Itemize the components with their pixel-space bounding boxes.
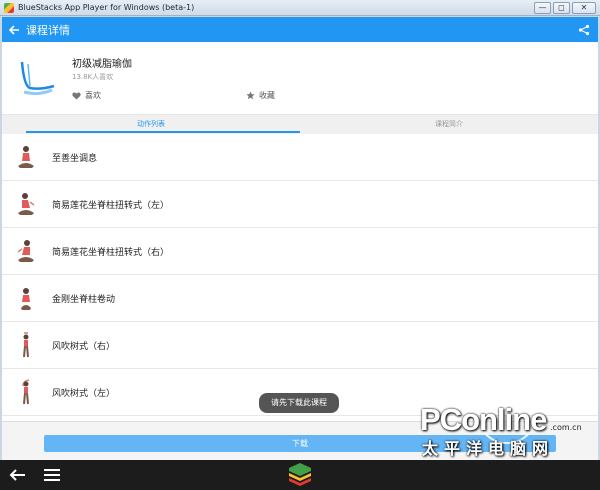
course-thumbnail xyxy=(16,56,58,98)
standing-tree-pose-icon xyxy=(23,332,29,358)
list-item[interactable]: 风吹树式（右） xyxy=(2,322,598,369)
close-button[interactable]: ✕ xyxy=(572,2,596,14)
app-bar: 课程详情 xyxy=(2,17,598,42)
pose-label: 金刚坐脊柱卷动 xyxy=(52,294,116,305)
tab-course-intro[interactable]: 课程简介 xyxy=(300,115,598,134)
course-header: 初级减脂瑜伽 13.8K人喜欢 喜欢 收藏 xyxy=(2,42,598,114)
page-title: 课程详情 xyxy=(26,23,70,37)
seated-twist-pose-icon xyxy=(18,193,35,215)
standing-tree-pose-icon xyxy=(22,379,30,405)
list-item[interactable]: 简易莲花坐脊柱扭转式（右） xyxy=(2,228,598,275)
toast-message: 请先下载此课程 xyxy=(259,393,339,413)
favorite-button[interactable]: 收藏 xyxy=(246,90,275,101)
pose-label: 简易莲花坐脊柱扭转式（右） xyxy=(52,247,170,258)
window-title: BlueStacks App Player for Windows (beta-… xyxy=(18,3,195,12)
kneeling-pose-icon xyxy=(21,288,31,310)
course-name: 初级减脂瑜伽 xyxy=(72,59,132,70)
back-button[interactable] xyxy=(2,17,26,42)
course-like-count: 13.8K人喜欢 xyxy=(72,73,114,81)
star-icon xyxy=(246,91,255,100)
arrow-left-icon xyxy=(8,24,19,35)
watermark-brand: PConline xyxy=(420,402,547,437)
like-button[interactable]: 喜欢 xyxy=(72,90,101,101)
pose-label: 风吹树式（左） xyxy=(52,388,116,399)
android-nav-bar xyxy=(0,460,600,490)
list-item[interactable]: 简易莲花坐脊柱扭转式（左） xyxy=(2,181,598,228)
like-label: 喜欢 xyxy=(85,91,101,100)
nav-back-icon[interactable] xyxy=(8,467,26,483)
tab-bar: 动作列表 课程简介 xyxy=(2,114,598,134)
maximize-button[interactable]: ◻ xyxy=(553,2,570,14)
tab-indicator xyxy=(26,131,300,133)
menu-icon[interactable] xyxy=(44,468,60,482)
pose-label: 至善坐调息 xyxy=(52,153,98,164)
share-icon[interactable] xyxy=(578,24,590,36)
window-controls: — ◻ ✕ xyxy=(534,2,596,14)
pose-label: 简易莲花坐脊柱扭转式（左） xyxy=(52,200,170,211)
pose-label: 风吹树式（右） xyxy=(52,341,116,352)
minimize-button[interactable]: — xyxy=(534,2,551,14)
list-item[interactable]: 至善坐调息 xyxy=(2,134,598,181)
window-titlebar: BlueStacks App Player for Windows (beta-… xyxy=(0,0,600,16)
pconline-watermark: PConline .com.cn 太平洋电脑网 xyxy=(418,380,600,460)
seated-pose-icon xyxy=(18,146,34,168)
list-item[interactable]: 金刚坐脊柱卷动 xyxy=(2,275,598,322)
seated-twist-pose-icon xyxy=(17,240,34,262)
bluestacks-logo-icon[interactable] xyxy=(286,462,314,488)
favorite-label: 收藏 xyxy=(259,91,275,100)
pose-list: 至善坐调息 简易莲花坐脊柱扭转式（左） 简易莲花坐脊柱扭转式（右） 金刚坐脊柱卷… xyxy=(2,134,598,416)
watermark-cn: 太平洋电脑网 xyxy=(422,439,555,458)
bluestacks-app-icon xyxy=(4,2,14,13)
heart-icon xyxy=(72,91,81,100)
watermark-suffix: .com.cn xyxy=(550,423,582,432)
